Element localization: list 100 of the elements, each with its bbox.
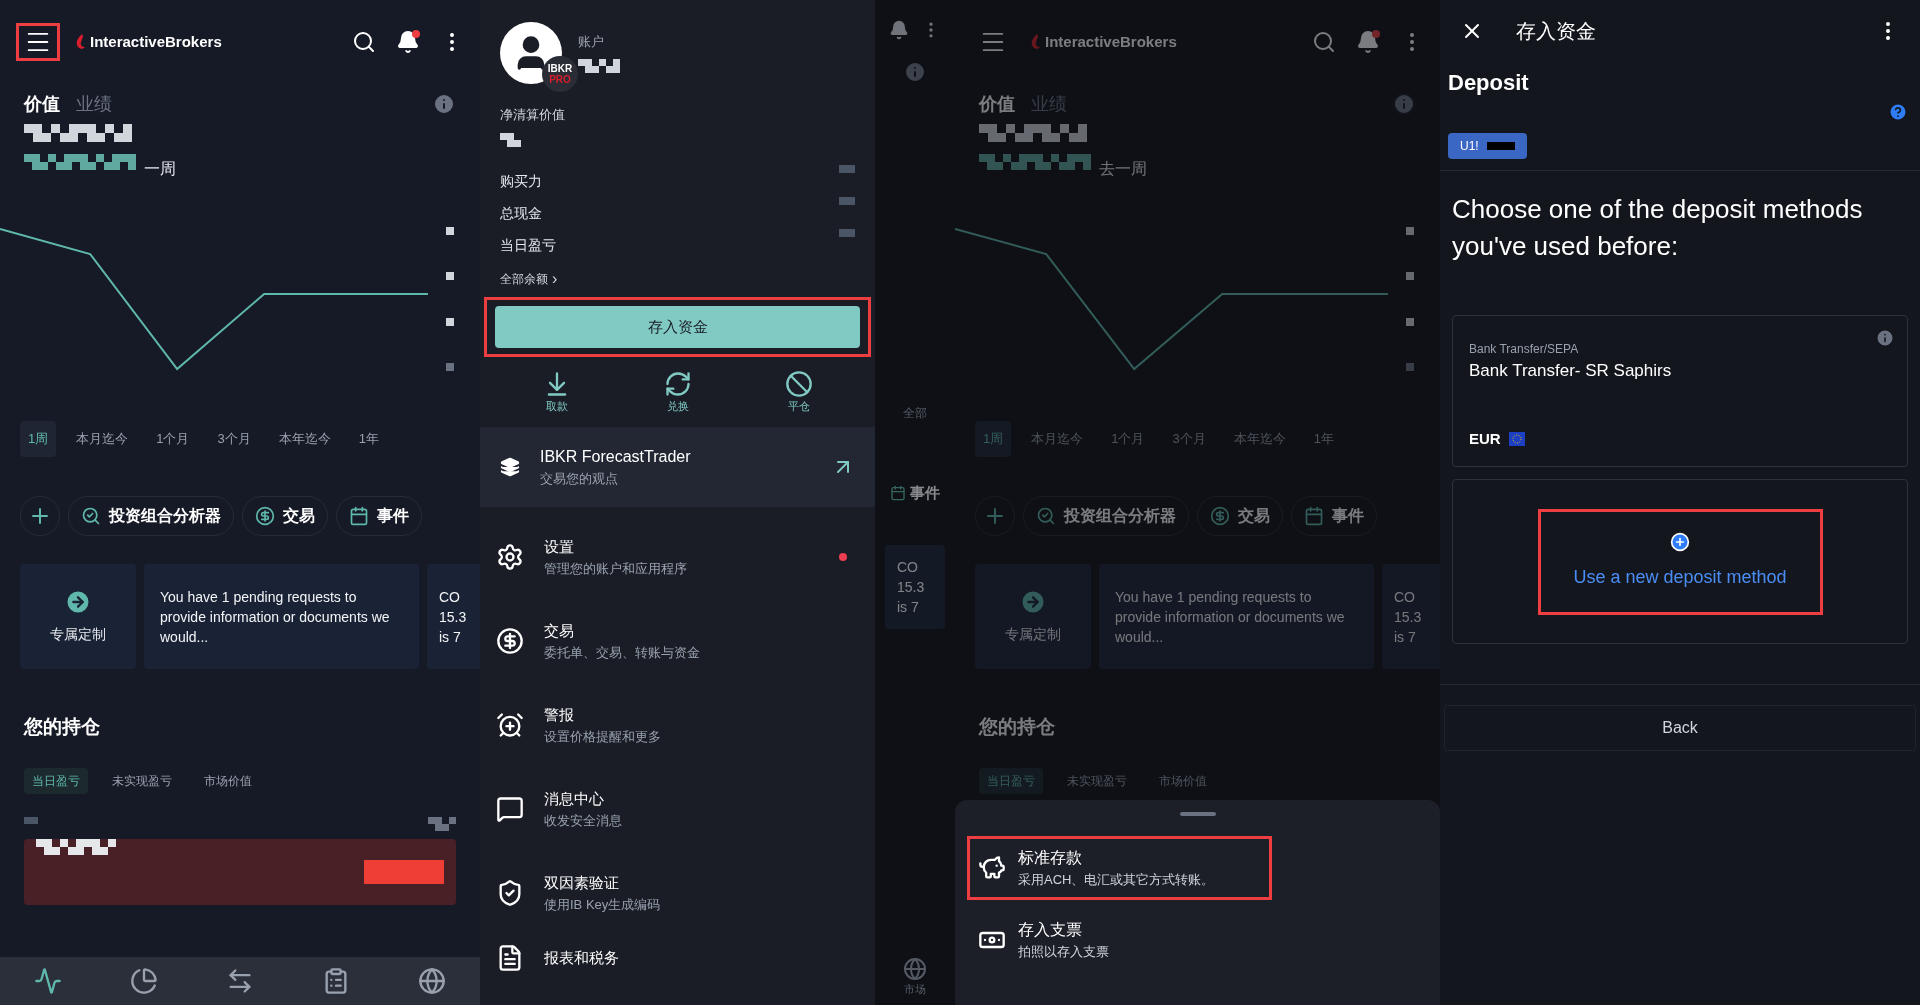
chip-label: 交易 <box>283 506 315 526</box>
holdings-tab[interactable]: 当日盈亏 <box>24 768 88 794</box>
menu-item[interactable]: 报表和税务 <box>480 935 875 981</box>
chip-label: 投资组合分析器 <box>1064 506 1176 526</box>
value-tab[interactable]: 价值 <box>24 90 60 118</box>
message-card[interactable]: You have 1 pending requests to provide information or documents we would... <box>1099 564 1374 669</box>
option-subtitle: 采用ACH、电汇或其它方式转账。 <box>1018 871 1215 890</box>
deposit-option[interactable]: 标准存款 采用ACH、电汇或其它方式转账。 <box>967 836 1272 900</box>
arrow-right-icon <box>1019 588 1047 616</box>
message-card[interactable]: You have 1 pending requests to provide information or documents we would... <box>144 564 419 669</box>
menu-item[interactable]: 消息中心 收发安全消息 <box>480 767 875 851</box>
account-label: 账户 <box>578 32 605 51</box>
menu-item-icon <box>496 627 524 655</box>
menu-item-icon <box>496 795 524 823</box>
pixelated-block <box>578 59 620 74</box>
range-tab[interactable]: 1年 <box>350 421 387 457</box>
message-card[interactable]: CO 15.3 is 7 <box>885 544 945 629</box>
value-tab[interactable]: 业绩 <box>76 90 112 118</box>
menu-item-subtitle: 管理您的账户和应用程序 <box>544 559 687 578</box>
range-tab[interactable]: 3个月 <box>209 421 259 457</box>
menu-item[interactable]: 交易 委托单、交易、转账与资金 <box>480 599 875 683</box>
pixelated-block <box>446 363 454 372</box>
message-text: You have 1 pending requests to provide information or documents we would... <box>1115 587 1346 647</box>
magnifier-icon <box>81 506 101 526</box>
section-title: 您的持仓 <box>24 714 100 739</box>
menu-item-title: 设置 <box>544 537 575 557</box>
link-label: Use a new deposit method <box>1573 566 1787 589</box>
message-text: CO <box>897 557 919 577</box>
option-title: 标准存款 <box>1018 848 1083 869</box>
range-tab[interactable]: 本年迄今 <box>270 421 339 457</box>
quick-action-button[interactable]: 取款 <box>542 369 571 415</box>
pro-badge: IBKR PRO <box>542 55 578 92</box>
pixelated-block <box>446 226 454 235</box>
menu-item[interactable]: 警报 设置价格提醒和更多 <box>480 683 875 767</box>
holding-row[interactable] <box>24 839 456 905</box>
brand-name: InteractiveBrokers <box>1045 31 1177 52</box>
deposit-option[interactable]: 存入支票 拍照以存入支票 <box>967 908 1272 972</box>
help-icon[interactable] <box>1888 102 1908 122</box>
nav-tab-icon[interactable] <box>130 967 158 995</box>
account-selector[interactable]: U1! <box>1448 133 1527 159</box>
period-label: 去一周 <box>1099 159 1147 179</box>
search-icon[interactable] <box>352 30 376 54</box>
menu-item-subtitle: 使用IB Key生成编码 <box>544 895 661 914</box>
drag-handle[interactable] <box>1179 812 1216 816</box>
all-balances-link[interactable]: 全部余额 <box>500 270 548 288</box>
calendar-icon <box>1304 506 1324 526</box>
back-button[interactable]: Back <box>1444 705 1916 751</box>
menu-item[interactable]: 设置 管理您的账户和应用程序 <box>480 515 875 599</box>
quick-action-button[interactable]: 平仓 <box>784 369 813 415</box>
magnifier-icon <box>1036 506 1056 526</box>
value-tab[interactable]: 价值 <box>979 90 1015 118</box>
bell-icon[interactable] <box>889 20 909 40</box>
menu-item[interactable]: 双因素验证 使用IB Key生成编码 <box>480 851 875 935</box>
message-card[interactable]: CO 15.3 is 7 <box>1382 564 1440 669</box>
new-deposit-method-link[interactable]: Use a new deposit method <box>1537 508 1823 615</box>
nav-tab-icon[interactable] <box>418 967 446 995</box>
notification-bell-icon[interactable] <box>396 30 420 54</box>
shortcut-card[interactable]: 专属定制 <box>20 564 136 669</box>
action-label: 兑换 <box>666 398 689 414</box>
chip-label: 事件 <box>377 506 409 526</box>
menu-item-subtitle: 设置价格提醒和更多 <box>544 727 661 746</box>
menu-item-title: 报表和税务 <box>544 947 619 968</box>
shortcut-chip[interactable]: 事件 <box>890 482 940 505</box>
menu-item-icon <box>496 543 524 571</box>
range-tab[interactable]: 本月迄今 <box>68 421 137 457</box>
dollar-circle-icon <box>255 506 275 526</box>
action-label: 取款 <box>545 398 568 414</box>
pixelated-block <box>446 317 454 326</box>
holdings-tab[interactable]: 市场价值 <box>196 768 260 794</box>
range-tab[interactable]: 1个月 <box>148 421 198 457</box>
refresh-arrows-icon <box>663 369 692 398</box>
range-tab[interactable]: 1周 <box>20 421 57 457</box>
info-icon[interactable] <box>1875 328 1895 348</box>
message-card[interactable]: CO 15.3 is 7 <box>427 564 480 669</box>
message-text: is 7 <box>897 597 920 617</box>
screen-title: 存入资金 <box>1516 19 1596 44</box>
pixelated-block <box>428 817 456 831</box>
menu-button[interactable] <box>16 23 60 61</box>
brand-name: InteractiveBrokers <box>90 31 222 52</box>
shortcut-card[interactable]: 专属定制 <box>975 564 1091 669</box>
message-text: You have 1 pending requests to provide information or documents we would... <box>160 587 391 647</box>
featured-menu-item[interactable]: IBKR ForecastTrader 交易您的观点 <box>480 427 875 507</box>
info-icon[interactable] <box>432 92 456 116</box>
holdings-tab[interactable]: 未实现盈亏 <box>104 768 180 794</box>
arrow-right-icon <box>64 588 92 616</box>
chip-label: 事件 <box>910 483 940 503</box>
quick-action-button[interactable]: 兑换 <box>663 369 692 415</box>
deposit-method-card[interactable]: Bank Transfer/SEPA Bank Transfer- SR Saphirs EUR <box>1452 315 1908 467</box>
menu-item-subtitle: 委托单、交易、转账与资金 <box>544 643 700 662</box>
pixelated-block <box>839 229 855 237</box>
globe-icon[interactable] <box>903 956 927 981</box>
nav-tab-icon[interactable] <box>34 967 62 995</box>
page-heading: Deposit <box>1448 68 1529 97</box>
chip-label: 事件 <box>1332 506 1364 526</box>
pixelated-block <box>1406 363 1414 372</box>
prohibited-circle-icon <box>784 369 813 398</box>
flame-logo-icon <box>76 34 86 50</box>
balance-label: 总现金 <box>500 203 542 223</box>
deposit-funds-button[interactable]: 存入资金 <box>495 306 860 348</box>
chevron-right-icon: › <box>552 267 558 291</box>
